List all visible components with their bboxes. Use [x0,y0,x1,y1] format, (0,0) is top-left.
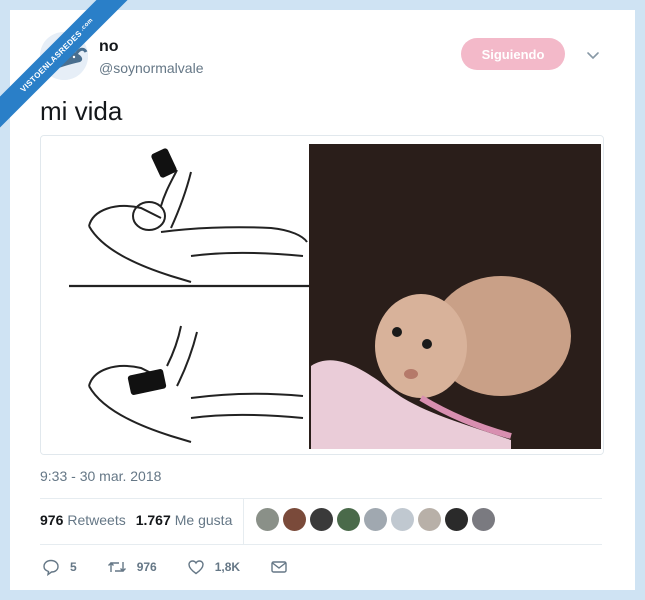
mail-icon [271,561,287,573]
retweet-count: 976 [136,560,157,574]
chevron-down-icon[interactable] [585,47,601,63]
tweet-card: VISTOENLASREDES .com no @soynormalvale Si… [0,0,635,590]
liker-avatar[interactable] [256,508,279,531]
tweet-stats: 976 Retweets 1.767 Me gusta [40,512,232,528]
tweet-media[interactable] [40,135,604,455]
media-image [41,136,603,454]
retweets-stat[interactable]: 976 Retweets [40,512,126,528]
liker-avatar[interactable] [337,508,360,531]
user-handle[interactable]: @soynormalvale [99,60,203,76]
tweet-actions: 5 976 1,8K [42,558,328,576]
likes-stat[interactable]: 1.767 Me gusta [136,512,233,528]
divider [40,498,602,499]
retweet-icon [107,562,126,572]
retweets-label: Retweets [67,512,126,528]
watermark-suffix: .com [79,17,95,33]
like-count: 1,8K [214,560,241,574]
liker-avatar[interactable] [310,508,333,531]
heart-icon [188,560,204,575]
reply-button[interactable]: 5 [42,558,77,576]
reply-icon [43,559,59,576]
reply-count: 5 [70,560,77,574]
retweets-count: 976 [40,512,64,528]
display-name[interactable]: no [99,38,119,56]
liker-avatar[interactable] [364,508,387,531]
divider [40,544,602,545]
liker-avatar[interactable] [472,508,495,531]
stats-divider [243,498,244,544]
retweet-button[interactable]: 976 [107,558,157,576]
tweet-timestamp[interactable]: 9:33 - 30 mar. 2018 [40,468,161,484]
liker-avatar[interactable] [445,508,468,531]
like-button[interactable]: 1,8K [187,558,240,576]
tweet-text: mi vida [40,96,123,126]
likes-count: 1.767 [135,512,171,528]
following-button[interactable]: Siguiendo [461,38,565,70]
direct-message-button[interactable] [270,558,298,576]
likes-label: Me gusta [174,512,233,528]
liker-avatar[interactable] [391,508,414,531]
liker-avatar[interactable] [283,508,306,531]
liker-avatar[interactable] [418,508,441,531]
liker-avatars [256,508,495,531]
